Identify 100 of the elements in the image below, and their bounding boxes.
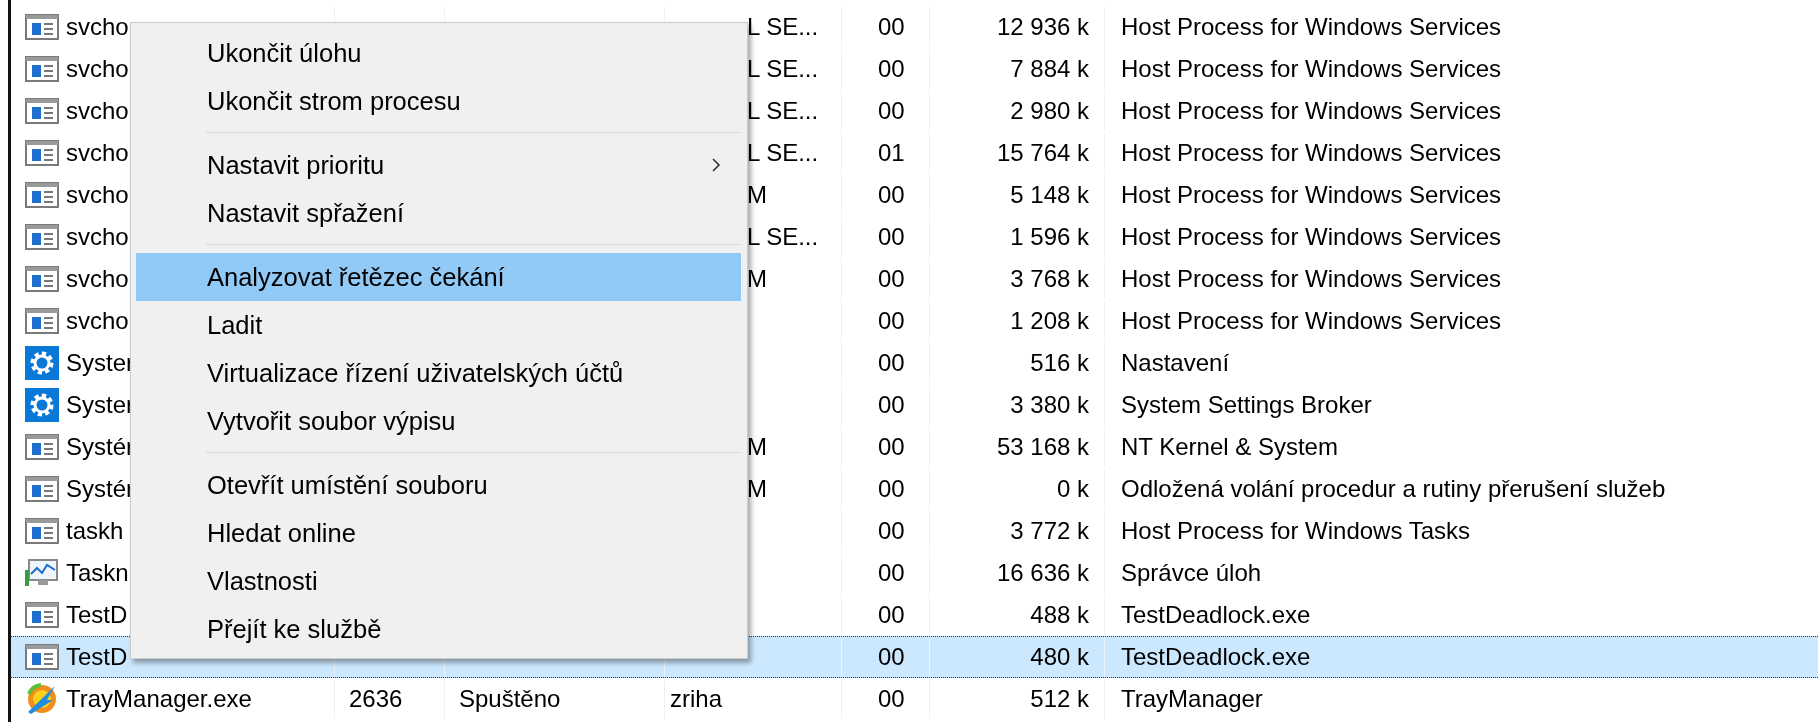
cpu-cell-text: 00 (878, 180, 905, 210)
cpu-cell-text: 00 (878, 684, 905, 714)
description-cell-text: Host Process for Windows Services (1121, 138, 1502, 168)
cpu-cell-text: 00 (878, 306, 905, 336)
cpu-cell-text: 00 (878, 222, 905, 252)
window-icon (25, 601, 59, 629)
menu-item[interactable]: Ukončit úlohu (136, 29, 741, 77)
process-name: TestD (66, 600, 128, 630)
description-cell-text: Host Process for Windows Services (1121, 96, 1502, 126)
memory-cell-text: 516 k (1030, 348, 1089, 378)
description-cell-text: Odložená volání procedur a rutiny přerušení služeb (1121, 474, 1666, 504)
cpu-cell-text: 00 (878, 600, 905, 630)
cpu-cell-text: 00 (878, 54, 905, 84)
memory-cell-text: 480 k (1030, 642, 1089, 672)
process-name: svcho (66, 222, 129, 252)
window-icon (25, 307, 59, 335)
process-name: TrayManager.exe (66, 684, 252, 714)
cpu-cell-text: 00 (878, 390, 905, 420)
process-name: Taskn (66, 558, 129, 588)
memory-cell-text: 1 596 k (1010, 222, 1089, 252)
memory-cell-text: 53 168 k (996, 432, 1089, 462)
cpu-cell-text: 00 (878, 348, 905, 378)
process-name: svcho (66, 96, 129, 126)
description-cell-text: NT Kernel & System (1121, 432, 1338, 462)
memory-cell-text: 1 208 k (1010, 306, 1089, 336)
process-name: Syster (66, 348, 134, 378)
process-name: svcho (66, 54, 129, 84)
description-cell-text: Správce úloh (1121, 558, 1262, 588)
cpu-cell-text: 00 (878, 432, 905, 462)
menu-item[interactable]: Vlastnosti (136, 557, 741, 605)
menu-item[interactable]: Ladit (136, 301, 741, 349)
process-name: Syster (66, 390, 134, 420)
process-name: svcho (66, 180, 129, 210)
memory-cell-text: 12 936 k (996, 12, 1089, 42)
process-name: svcho (66, 264, 129, 294)
menu-item[interactable]: Nastavit prioritu (136, 141, 741, 189)
description-cell-text: TrayManager (1121, 684, 1263, 714)
status-cell-text: Spuštěno (459, 684, 561, 714)
memory-cell-text: 16 636 k (996, 558, 1089, 588)
user-cell-text: M (747, 180, 767, 210)
tray-icon (25, 682, 59, 716)
window-icon (25, 265, 59, 293)
window-icon (25, 433, 59, 461)
window-icon (25, 517, 59, 545)
memory-cell-text: 7 884 k (1010, 54, 1089, 84)
user-cell-text: L SE... (747, 222, 819, 252)
description-cell-text: Host Process for Windows Services (1121, 264, 1502, 294)
memory-cell-text: 5 148 k (1010, 180, 1089, 210)
menu-item[interactable]: Vytvořit soubor výpisu (136, 397, 741, 445)
monitor-icon (25, 558, 59, 588)
window-icon (25, 181, 59, 209)
description-cell-text: Host Process for Windows Services (1121, 222, 1502, 252)
window-icon (25, 139, 59, 167)
memory-cell-text: 488 k (1030, 600, 1089, 630)
memory-cell-text: 3 768 k (1010, 264, 1089, 294)
process-name: svcho (66, 306, 129, 336)
cpu-cell-text: 00 (878, 642, 905, 672)
window-icon (25, 55, 59, 83)
window-icon (25, 643, 59, 671)
process-name: TestD (66, 642, 128, 672)
window-icon (25, 475, 59, 503)
memory-cell-text: 3 380 k (1010, 390, 1089, 420)
process-row[interactable]: TrayManager.exe 2636 Spuštěno zriha 00 512 k TrayManager (11, 678, 1818, 720)
cpu-cell-text: 00 (878, 96, 905, 126)
memory-cell-text: 3 772 k (1010, 516, 1089, 546)
description-cell-text: Host Process for Windows Services (1121, 12, 1502, 42)
menu-item[interactable]: Nastavit spřažení (136, 189, 741, 237)
menu-item[interactable]: Otevřít umístění souboru (136, 461, 741, 509)
window-icon (25, 223, 59, 251)
user-cell-text: L SE... (747, 12, 819, 42)
cpu-cell-text: 00 (878, 12, 905, 42)
pid-cell-text: 2636 (349, 684, 403, 714)
process-name: svcho (66, 138, 129, 168)
process-name: Systér (66, 432, 134, 462)
menu-item[interactable]: Ukončit strom procesu (136, 77, 741, 125)
cpu-cell-text: 00 (878, 474, 905, 504)
gear-icon (25, 388, 59, 422)
process-name: svcho (66, 12, 129, 42)
process-name: taskh (66, 516, 124, 546)
description-cell-text: TestDeadlock.exe (1121, 600, 1311, 630)
menu-item[interactable]: Analyzovat řetězec čekání (136, 253, 741, 301)
user-cell-text: M (747, 264, 767, 294)
process-name: Systér (66, 474, 134, 504)
description-cell-text: Host Process for Windows Services (1121, 306, 1502, 336)
user-cell-text: M (747, 474, 767, 504)
menu-item[interactable]: Hledat online (136, 509, 741, 557)
cpu-cell-text: 01 (878, 138, 905, 168)
memory-cell-text: 0 k (1057, 474, 1089, 504)
description-cell-text: TestDeadlock.exe (1121, 642, 1311, 672)
description-cell-text: Host Process for Windows Tasks (1121, 516, 1470, 546)
gear-icon (25, 346, 59, 380)
window-icon (25, 13, 59, 41)
user-cell-text: M (747, 432, 767, 462)
menu-item[interactable]: Virtualizace řízení uživatelských účtů (136, 349, 741, 397)
description-cell-text: System Settings Broker (1121, 390, 1372, 420)
user-cell-text: zriha (670, 684, 723, 714)
description-cell-text: Nastavení (1121, 348, 1230, 378)
cpu-cell-text: 00 (878, 516, 905, 546)
description-cell-text: Host Process for Windows Services (1121, 180, 1502, 210)
memory-cell-text: 2 980 k (1010, 96, 1089, 126)
